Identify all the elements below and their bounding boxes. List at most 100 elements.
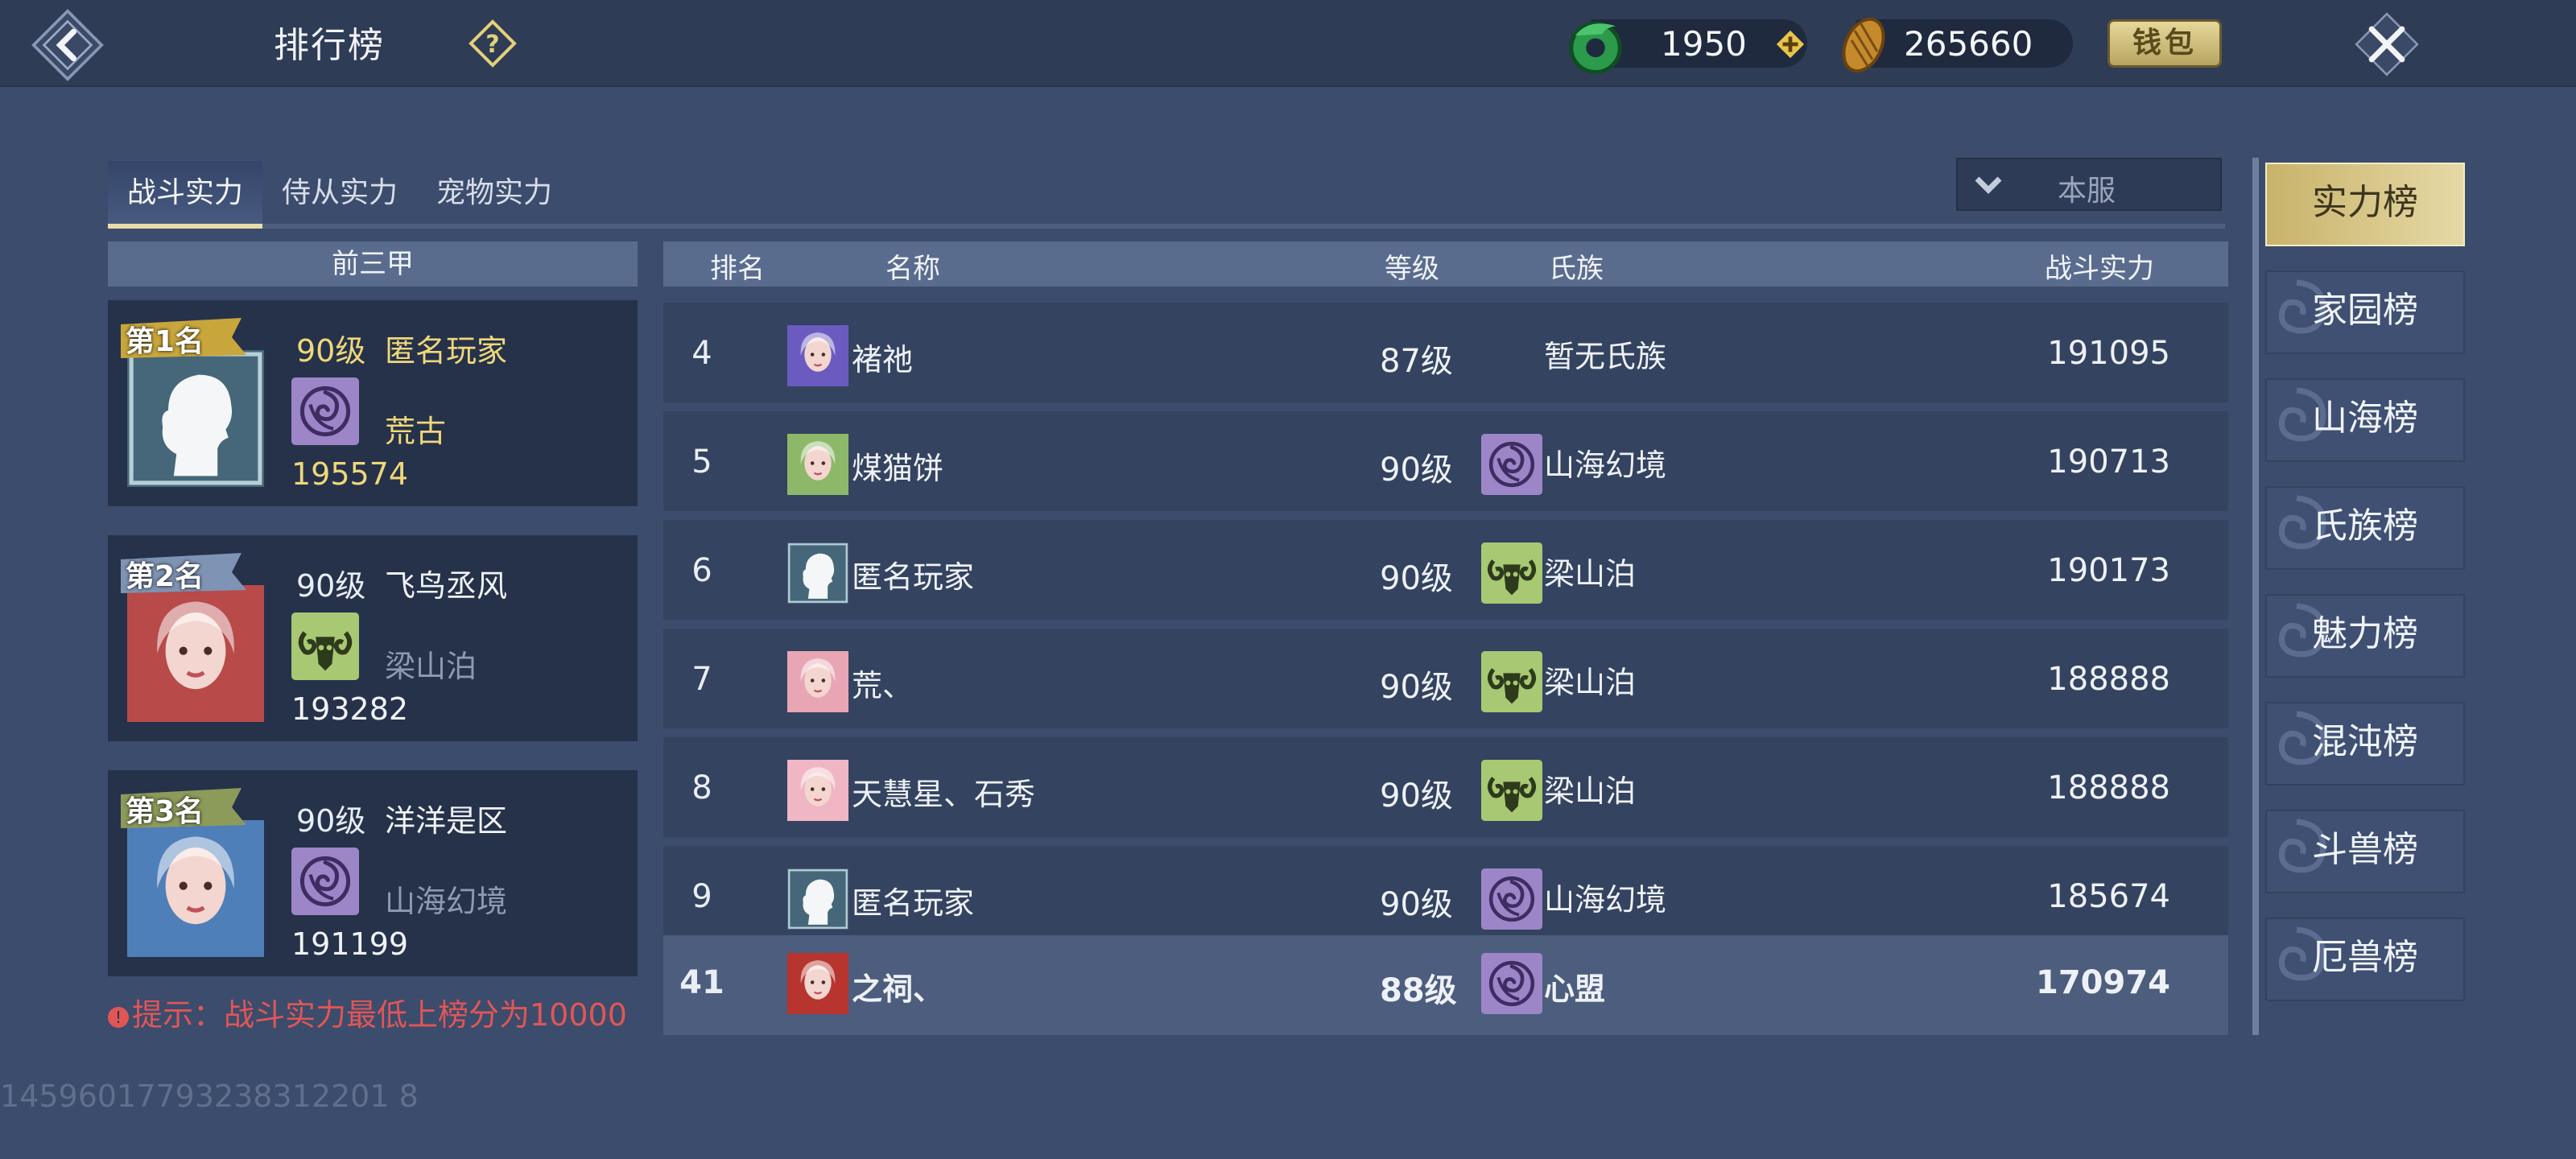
server-filter-dropdown[interactable]: 本服 — [1956, 158, 2222, 211]
rank-ribbon: 第1名 — [121, 318, 246, 358]
swirl-clan-icon — [1481, 434, 1542, 495]
rank-cell: 9 — [691, 878, 712, 915]
player-level: 90级 — [296, 333, 366, 369]
svg-text:?: ? — [485, 31, 499, 59]
clan-cell: 心盟 — [1544, 971, 1606, 1007]
power-cell: 188888 — [2047, 661, 2170, 698]
power-cell: 190173 — [2047, 552, 2170, 589]
rank-cell: 5 — [691, 443, 712, 481]
combat-power: 193282 — [291, 691, 409, 727]
player-level: 90级 — [296, 803, 366, 839]
user-id-text: 14596017793238312201 8 — [0, 1079, 419, 1114]
power-cell: 190713 — [2047, 443, 2170, 481]
header-rank: 排名 — [710, 253, 765, 285]
category-chaos-board[interactable]: 混沌榜 — [2265, 702, 2465, 786]
swirl-clan-icon — [1481, 953, 1542, 1014]
ram-clan-icon — [291, 612, 359, 680]
help-button[interactable]: ? — [469, 19, 517, 68]
top3-card-3[interactable]: 第3名 90级 洋洋是区 山海幻境 191199 — [108, 770, 638, 976]
combat-power: 195574 — [291, 456, 409, 492]
rank-label: 第2名 — [126, 560, 204, 593]
clan-cell: 梁山泊 — [1544, 773, 1637, 809]
level-cell: 87级 — [1380, 343, 1453, 380]
name-cell: 荒、 — [852, 668, 914, 703]
rank-cell: 41 — [679, 964, 724, 1001]
level-cell: 90级 — [1380, 560, 1453, 597]
category-label: 魅力榜 — [2312, 613, 2418, 654]
player-level: 90级 — [296, 568, 366, 604]
category-label: 实力榜 — [2312, 182, 2418, 223]
header-level: 等级 — [1385, 253, 1439, 285]
level-cell: 90级 — [1380, 777, 1453, 815]
question-icon: ? — [469, 19, 517, 68]
coin-icon — [1837, 13, 1890, 76]
rank-cell: 6 — [691, 552, 712, 589]
top-bar: 排行榜 ? 1950 265660 钱包 — [0, 0, 2576, 87]
plus-icon — [1776, 30, 1805, 59]
clan-cell: 暂无氏族 — [1544, 339, 1667, 374]
tab-pet-power[interactable]: 宠物实力 — [417, 161, 572, 229]
self-rank-row[interactable]: 41 之祠、 88级 心盟 170974 — [663, 935, 2228, 1035]
power-cell: 188888 — [2047, 769, 2170, 806]
avatar — [787, 651, 848, 712]
top3-card-1[interactable]: 第1名 90级 匿名玩家 荒古 195574 — [108, 300, 638, 506]
back-button[interactable] — [31, 8, 105, 82]
category-power-board[interactable]: 实力榜 — [2265, 163, 2465, 246]
category-doom-beast-board[interactable]: 厄兽榜 — [2265, 918, 2465, 1001]
rank-cell: 7 — [691, 661, 712, 698]
category-home-board[interactable]: 家园榜 — [2265, 270, 2465, 354]
power-cell: 185674 — [2047, 878, 2170, 915]
name-cell: 煤猫饼 — [852, 451, 944, 486]
avatar — [127, 350, 264, 487]
ram-clan-icon — [1481, 542, 1542, 604]
category-label: 斗兽榜 — [2312, 829, 2418, 870]
table-header: 排名 名称 等级 氏族 战斗实力 — [663, 241, 2228, 287]
jade-amount: 1950 — [1661, 24, 1747, 64]
category-label: 厄兽榜 — [2312, 937, 2418, 978]
table-row[interactable]: 6 匿名玩家 90级 梁山泊 190173 — [663, 520, 2228, 620]
tab-combat-power[interactable]: 战斗实力 — [108, 161, 262, 229]
tab-attendant-power[interactable]: 侍从实力 — [262, 161, 417, 229]
rank-label: 第1名 — [126, 325, 204, 358]
level-cell: 90级 — [1380, 452, 1453, 489]
close-button[interactable] — [2352, 10, 2421, 79]
category-clan-board[interactable]: 氏族榜 — [2265, 486, 2465, 570]
table-row[interactable]: 8 天慧星、石秀 90级 梁山泊 188888 — [663, 737, 2228, 837]
coin-amount: 265660 — [1904, 24, 2033, 64]
table-row[interactable]: 5 煤猫饼 90级 山海幻境 190713 — [663, 411, 2228, 511]
avatar — [787, 760, 848, 821]
category-charm-board[interactable]: 魅力榜 — [2265, 594, 2465, 678]
avatar — [127, 820, 264, 957]
name-cell: 之祠、 — [852, 971, 944, 1007]
clan-name: 荒古 — [385, 414, 447, 449]
avatar — [787, 434, 848, 495]
table-row[interactable]: 7 荒、 90级 梁山泊 188888 — [663, 629, 2228, 728]
swirl-clan-icon — [291, 848, 359, 915]
avatar — [787, 325, 848, 386]
table-row[interactable]: 4 褚祂 87级 暂无氏族 191095 — [663, 303, 2228, 402]
category-shanhai-board[interactable]: 山海榜 — [2265, 378, 2465, 462]
add-jade-button[interactable] — [1775, 29, 1806, 60]
clan-cell: 山海幻境 — [1544, 448, 1667, 483]
category-label: 氏族榜 — [2312, 505, 2418, 547]
clan-cell: 梁山泊 — [1544, 665, 1637, 700]
warning-icon: ! — [108, 1006, 129, 1028]
wallet-button[interactable]: 钱包 — [2107, 19, 2222, 68]
table-row[interactable]: 9 匿名玩家 90级 山海幻境 185674 — [663, 846, 2228, 946]
player-name: 匿名玩家 — [385, 333, 508, 369]
avatar — [787, 953, 848, 1014]
power-cell: 191095 — [2047, 335, 2170, 372]
page-title: 排行榜 — [274, 25, 385, 66]
category-label: 家园榜 — [2312, 290, 2418, 331]
category-beast-fight-board[interactable]: 斗兽榜 — [2265, 810, 2465, 893]
name-cell: 褚祂 — [852, 342, 914, 377]
menu-divider — [2252, 158, 2259, 1035]
header-clan: 氏族 — [1549, 253, 1604, 285]
avatar — [127, 585, 264, 722]
top3-card-2[interactable]: 第2名 90级 飞鸟丞风 梁山泊 193282 — [108, 535, 638, 741]
anonymous-silhouette-icon — [787, 542, 848, 604]
level-cell: 88级 — [1380, 972, 1457, 1009]
ram-clan-icon — [1481, 651, 1542, 712]
clan-name: 梁山泊 — [385, 649, 477, 684]
level-cell: 90级 — [1380, 886, 1453, 923]
